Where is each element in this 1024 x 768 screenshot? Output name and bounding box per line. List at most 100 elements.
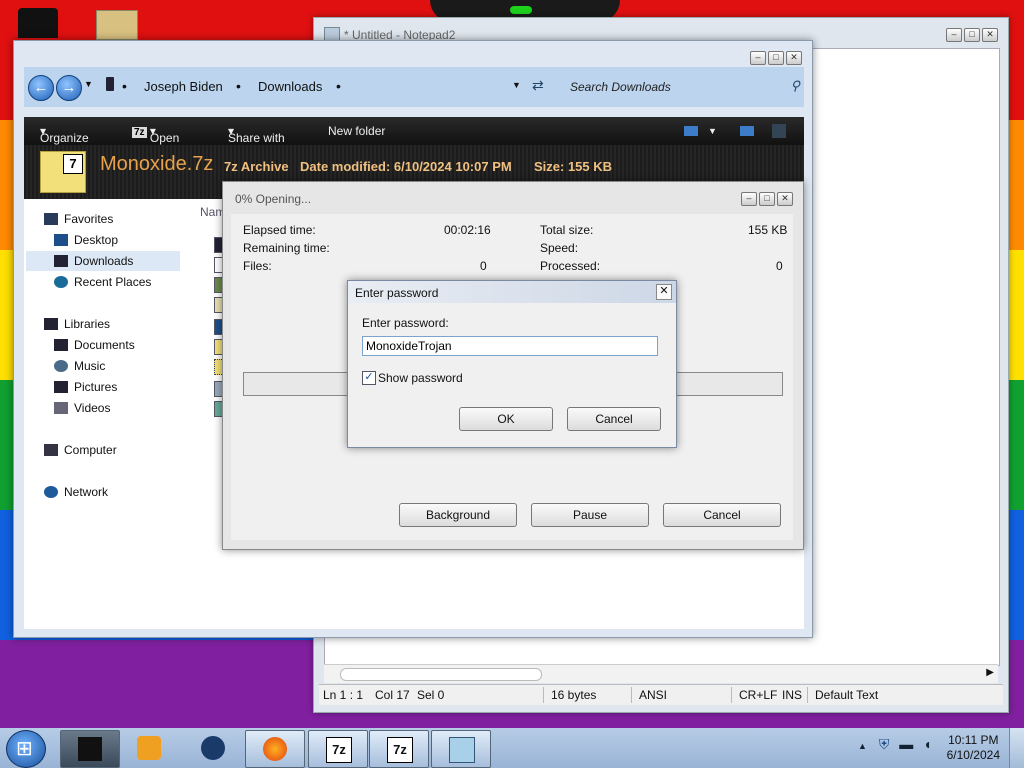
nav-videos[interactable]: Videos [54, 401, 110, 415]
password-label: Enter password: [362, 316, 449, 330]
files-value: 0 [480, 259, 487, 273]
open-button[interactable]: 7z Open ▾ [132, 124, 179, 145]
taskbar-7zip-2[interactable]: 7z [369, 730, 429, 768]
scroll-right-icon[interactable]: ▶ [986, 667, 994, 678]
network-tray-icon[interactable]: ▬ [899, 736, 913, 752]
breadcrumb-downloads[interactable]: Downloads [258, 79, 322, 94]
show-desktop-button[interactable] [1009, 728, 1024, 768]
progress-cancel-button[interactable]: Cancel [663, 503, 781, 527]
nav-libraries[interactable]: Libraries [44, 317, 110, 331]
breadcrumb-separator[interactable]: • [336, 78, 341, 94]
preview-pane-icon[interactable] [740, 126, 754, 136]
files-label: Files: [243, 259, 272, 273]
status-size: 16 bytes [551, 688, 597, 702]
scrollbar-thumb[interactable] [340, 668, 542, 681]
downloads-icon [54, 255, 68, 267]
background-button[interactable]: Background [399, 503, 517, 527]
pause-button[interactable]: Pause [531, 503, 649, 527]
horizontal-scrollbar[interactable]: ▶ [324, 664, 998, 683]
nav-documents[interactable]: Documents [54, 338, 135, 352]
taskbar-firefox[interactable] [245, 730, 305, 768]
clock-time: 10:11 PM [948, 733, 999, 747]
maximize-icon[interactable]: □ [964, 28, 980, 42]
view-dropdown-icon[interactable]: ▼ [708, 126, 717, 136]
explorer-address-bar: ← → ▼ • Joseph Biden • Downloads • ▼ ⇄ S… [24, 67, 804, 107]
password-dialog-titlebar[interactable]: Enter password ✕ [348, 281, 676, 303]
nav-favorites[interactable]: Favorites [44, 212, 113, 226]
help-icon[interactable] [772, 124, 786, 138]
organize-button[interactable]: Organize ▾ [40, 124, 89, 145]
nav-desktop[interactable]: Desktop [54, 233, 118, 247]
maximize-icon[interactable]: □ [768, 51, 784, 65]
taskbar-explorer[interactable] [60, 730, 120, 768]
libraries-icon [44, 318, 58, 330]
share-with-button[interactable]: Share with ▾ [228, 124, 285, 145]
minimize-icon[interactable]: – [741, 192, 757, 206]
nav-pictures[interactable]: Pictures [54, 380, 117, 394]
system-tray: ▲ ⛨ ▬ ◖ [858, 736, 932, 753]
shield-icon[interactable]: ⛨ [879, 736, 890, 752]
search-box[interactable]: Search Downloads ⚲ [562, 77, 802, 97]
details-size: Size: 155 KB [534, 159, 613, 174]
nav-recent-places[interactable]: Recent Places [54, 275, 151, 289]
nav-network[interactable]: Network [44, 485, 108, 499]
desktop-icon-recycle-bin[interactable] [18, 8, 58, 38]
volume-icon[interactable]: ◖ [923, 736, 931, 752]
new-folder-button[interactable]: New folder [328, 124, 385, 138]
status-led [510, 6, 532, 14]
elapsed-label: Elapsed time: [243, 223, 316, 237]
close-icon[interactable]: ✕ [982, 28, 998, 42]
password-input[interactable] [362, 336, 658, 356]
elapsed-value: 00:02:16 [444, 223, 491, 237]
nav-downloads[interactable]: Downloads [26, 251, 180, 271]
processed-value: 0 [776, 259, 783, 273]
address-dropdown-icon[interactable]: ▼ [512, 80, 521, 90]
ok-button[interactable]: OK [459, 407, 553, 431]
taskbar-ie[interactable] [184, 730, 242, 766]
media-player-icon [137, 736, 161, 760]
progress-title: 0% Opening... [235, 192, 312, 206]
desktop-icon-folder[interactable] [96, 10, 138, 40]
minimize-icon[interactable]: – [946, 28, 962, 42]
close-icon[interactable]: ✕ [777, 192, 793, 206]
breadcrumb-joseph-biden[interactable]: Joseph Biden [144, 79, 223, 94]
start-button[interactable] [6, 730, 46, 768]
taskbar-notepad2[interactable] [431, 730, 491, 768]
computer-icon [44, 444, 58, 456]
search-icon[interactable]: ⚲ [790, 78, 800, 94]
forward-arrow-icon[interactable]: → [56, 75, 82, 101]
processed-label: Processed: [540, 259, 601, 273]
history-dropdown-icon[interactable]: ▼ [84, 79, 93, 89]
tray-expand-icon[interactable]: ▲ [858, 741, 867, 751]
desktop-icon [54, 234, 68, 246]
total-size-label: Total size: [540, 223, 594, 237]
clock[interactable]: 10:11 PM 6/10/2024 [947, 733, 1000, 763]
close-icon[interactable]: ✕ [656, 284, 672, 300]
seven-zip-icon: 7z [387, 737, 413, 763]
archive-file-icon: 7 [40, 151, 86, 193]
nav-computer[interactable]: Computer [44, 443, 117, 457]
location-icon [106, 77, 114, 91]
back-arrow-icon[interactable]: ← [28, 75, 54, 101]
videos-icon [54, 402, 68, 414]
minimize-icon[interactable]: – [750, 51, 766, 65]
maximize-icon[interactable]: □ [759, 192, 775, 206]
status-sel: Sel 0 [417, 688, 445, 702]
password-cancel-button[interactable]: Cancel [567, 407, 661, 431]
favorites-icon [44, 213, 58, 225]
password-dialog[interactable]: Enter password ✕ Enter password: ✓ Show … [347, 280, 677, 448]
taskbar-media-player[interactable] [120, 730, 178, 766]
show-password-label[interactable]: Show password [378, 371, 463, 385]
notepad-icon [449, 737, 475, 763]
breadcrumb-separator: • [236, 78, 241, 94]
taskbar-7zip-1[interactable]: 7z [308, 730, 368, 768]
recent-places-icon [54, 276, 68, 288]
view-icon[interactable] [684, 126, 698, 136]
refresh-icon[interactable]: ⇄ [532, 77, 544, 94]
navigation-pane: Favorites Desktop Downloads Recent Place… [24, 199, 192, 629]
show-password-checkbox[interactable]: ✓ [362, 371, 376, 385]
status-col: Col 17 [375, 688, 410, 702]
close-icon[interactable]: ✕ [786, 51, 802, 65]
nav-music[interactable]: Music [54, 359, 105, 373]
search-input[interactable]: Search Downloads [570, 80, 671, 94]
